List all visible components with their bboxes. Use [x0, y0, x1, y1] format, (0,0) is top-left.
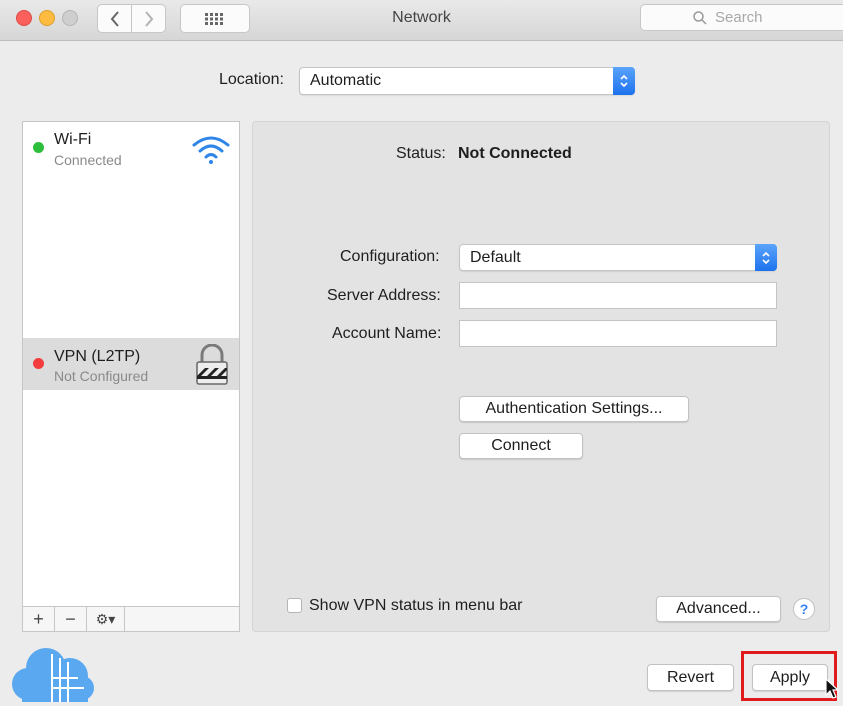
location-select[interactable]: Automatic	[299, 67, 635, 95]
advanced-button[interactable]: Advanced...	[656, 596, 781, 622]
authentication-settings-button[interactable]: Authentication Settings...	[459, 396, 689, 422]
search-field[interactable]: Search	[640, 4, 843, 31]
remove-service-button[interactable]: −	[55, 607, 87, 631]
configuration-select[interactable]: Default	[459, 244, 777, 271]
service-list: Wi-Fi Connected VPN (L2TP) Not Configure…	[22, 121, 240, 607]
show-vpn-status-checkbox[interactable]	[287, 598, 302, 613]
configuration-value: Default	[470, 249, 521, 266]
service-name: Wi-Fi	[54, 131, 92, 148]
service-list-toolbar: + − ⚙▾	[22, 607, 240, 632]
status-label: Status:	[396, 145, 446, 162]
service-name: VPN (L2TP)	[54, 348, 141, 365]
location-label: Location:	[219, 71, 284, 88]
service-status: Not Configured	[54, 368, 149, 384]
account-name-label: Account Name:	[332, 325, 442, 342]
stepper-icon	[755, 244, 777, 271]
lock-icon	[196, 344, 228, 385]
service-item-vpn[interactable]: VPN (L2TP) Not Configured	[23, 338, 239, 390]
apply-highlight-box	[741, 651, 837, 701]
action-menu-button[interactable]: ⚙▾	[87, 607, 125, 631]
wifi-icon	[192, 136, 230, 164]
status-dot	[33, 358, 44, 369]
server-address-field[interactable]	[459, 282, 777, 309]
configuration-label: Configuration:	[340, 248, 440, 265]
server-address-label: Server Address:	[327, 287, 441, 304]
cloud-logo-icon	[12, 648, 94, 702]
account-name-field[interactable]	[459, 320, 777, 347]
service-item-wifi[interactable]: Wi-Fi Connected	[23, 122, 239, 182]
search-icon	[693, 10, 707, 25]
title-bar: Network Search	[0, 0, 843, 41]
stepper-icon	[613, 67, 635, 95]
revert-button[interactable]: Revert	[647, 664, 734, 691]
add-service-button[interactable]: +	[23, 607, 55, 631]
connect-button[interactable]: Connect	[459, 433, 583, 459]
show-vpn-status-label[interactable]: Show VPN status in menu bar	[309, 597, 522, 615]
search-placeholder: Search	[715, 9, 763, 26]
status-value: Not Connected	[458, 145, 572, 162]
detail-panel	[252, 121, 830, 632]
location-value: Automatic	[310, 72, 382, 89]
service-status: Connected	[54, 152, 122, 168]
mouse-cursor-icon	[825, 678, 839, 699]
help-button[interactable]: ?	[793, 598, 815, 620]
status-dot	[33, 142, 44, 153]
